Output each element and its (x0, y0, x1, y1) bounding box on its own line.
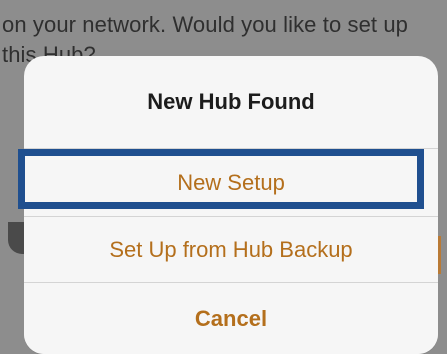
new-setup-label: New Setup (177, 170, 285, 195)
cancel-label: Cancel (194, 306, 268, 331)
new-hub-dialog: New Hub Found New Setup Set Up from Hub … (24, 56, 438, 354)
background-message-line1: on your network. Would you like to set u… (2, 12, 409, 37)
dialog-title: New Hub Found (147, 89, 315, 114)
setup-from-backup-label: Set Up from Hub Backup (109, 237, 353, 262)
cancel-button[interactable]: Cancel (24, 282, 438, 354)
setup-from-backup-button[interactable]: Set Up from Hub Backup (24, 216, 438, 283)
new-setup-button[interactable]: New Setup (24, 148, 438, 217)
